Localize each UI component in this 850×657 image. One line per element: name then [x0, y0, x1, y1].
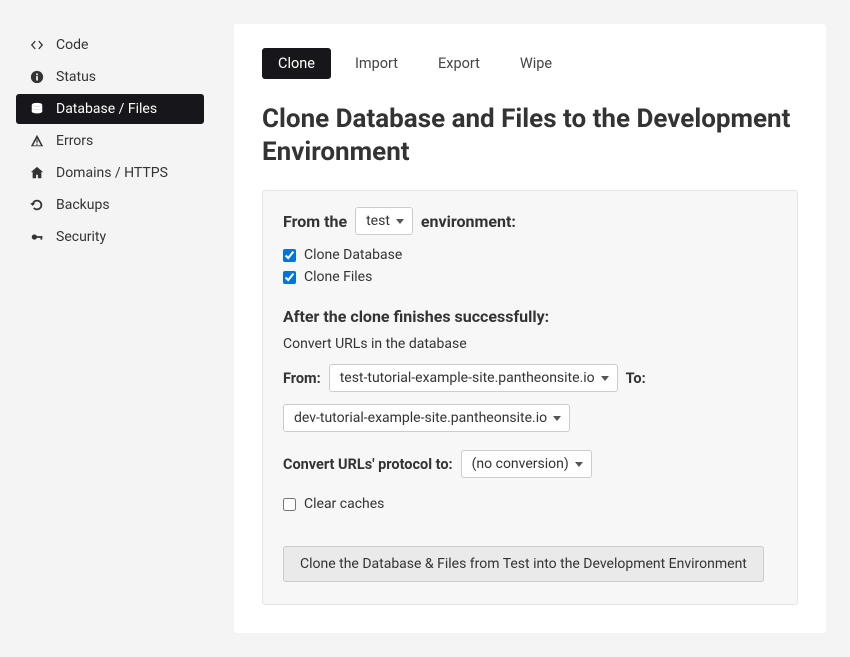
sidebar-item-label: Errors [56, 133, 93, 149]
sidebar-item-errors[interactable]: Errors [16, 126, 204, 156]
chevron-down-icon [601, 376, 609, 381]
refresh-icon [28, 198, 46, 212]
to-url-label: To: [626, 370, 646, 387]
sidebar-item-label: Security [56, 229, 106, 245]
protocol-label: Convert URLs' protocol to: [283, 456, 453, 473]
clone-panel: From the test environment: Clone Databas… [262, 190, 798, 605]
clone-database-checkbox[interactable] [283, 249, 296, 262]
from-url-select[interactable]: test-tutorial-example-site.pantheonsite.… [329, 364, 618, 392]
chevron-down-icon [575, 462, 583, 467]
to-url-value: dev-tutorial-example-site.pantheonsite.i… [294, 410, 547, 426]
tab-clone[interactable]: Clone [262, 48, 331, 79]
home-icon [28, 166, 46, 180]
from-env-suffix: environment: [421, 212, 516, 231]
sidebar-item-status[interactable]: Status [16, 62, 204, 92]
warning-icon [28, 134, 46, 148]
database-icon [28, 102, 46, 116]
convert-urls-text: Convert URLs in the database [283, 336, 777, 352]
sidebar-item-label: Code [56, 37, 88, 53]
sidebar-item-backups[interactable]: Backups [16, 190, 204, 220]
sidebar-item-database-files[interactable]: Database / Files [16, 94, 204, 124]
clear-caches-checkbox[interactable] [283, 498, 296, 511]
sidebar-item-label: Domains / HTTPS [56, 165, 168, 181]
env-select-value: test [366, 213, 390, 229]
code-icon [28, 38, 46, 52]
clone-database-label: Clone Database [304, 247, 402, 263]
protocol-select[interactable]: (no conversion) [461, 450, 592, 478]
env-select[interactable]: test [355, 207, 413, 235]
card: Clone Import Export Wipe Clone Database … [234, 24, 826, 633]
tab-import[interactable]: Import [339, 48, 414, 79]
clear-caches-label: Clear caches [304, 496, 384, 512]
sidebar-item-code[interactable]: Code [16, 30, 204, 60]
after-clone-header: After the clone finishes successfully: [283, 307, 777, 326]
clone-files-label: Clone Files [304, 269, 372, 285]
page-title: Clone Database and Files to the Developm… [262, 103, 798, 168]
sidebar-item-label: Database / Files [56, 101, 157, 117]
to-url-select[interactable]: dev-tutorial-example-site.pantheonsite.i… [283, 404, 570, 432]
tab-wipe[interactable]: Wipe [504, 48, 568, 79]
from-url-label: From: [283, 370, 321, 387]
tab-export[interactable]: Export [422, 48, 496, 79]
tabs: Clone Import Export Wipe [262, 48, 798, 79]
sidebar-item-label: Status [56, 69, 96, 85]
key-icon [28, 230, 46, 244]
main-content: Clone Import Export Wipe Clone Database … [220, 0, 850, 657]
from-url-value: test-tutorial-example-site.pantheonsite.… [340, 370, 595, 386]
sidebar-item-label: Backups [56, 197, 110, 213]
chevron-down-icon [396, 219, 404, 224]
clone-submit-button[interactable]: Clone the Database & Files from Test int… [283, 546, 764, 582]
protocol-value: (no conversion) [472, 456, 569, 472]
from-env-prefix: From the [283, 212, 347, 231]
sidebar-item-security[interactable]: Security [16, 222, 204, 252]
sidebar: Code Status Database / Files Errors Doma… [0, 0, 220, 657]
chevron-down-icon [553, 416, 561, 421]
info-icon [28, 70, 46, 84]
sidebar-item-domains[interactable]: Domains / HTTPS [16, 158, 204, 188]
clone-files-checkbox[interactable] [283, 271, 296, 284]
